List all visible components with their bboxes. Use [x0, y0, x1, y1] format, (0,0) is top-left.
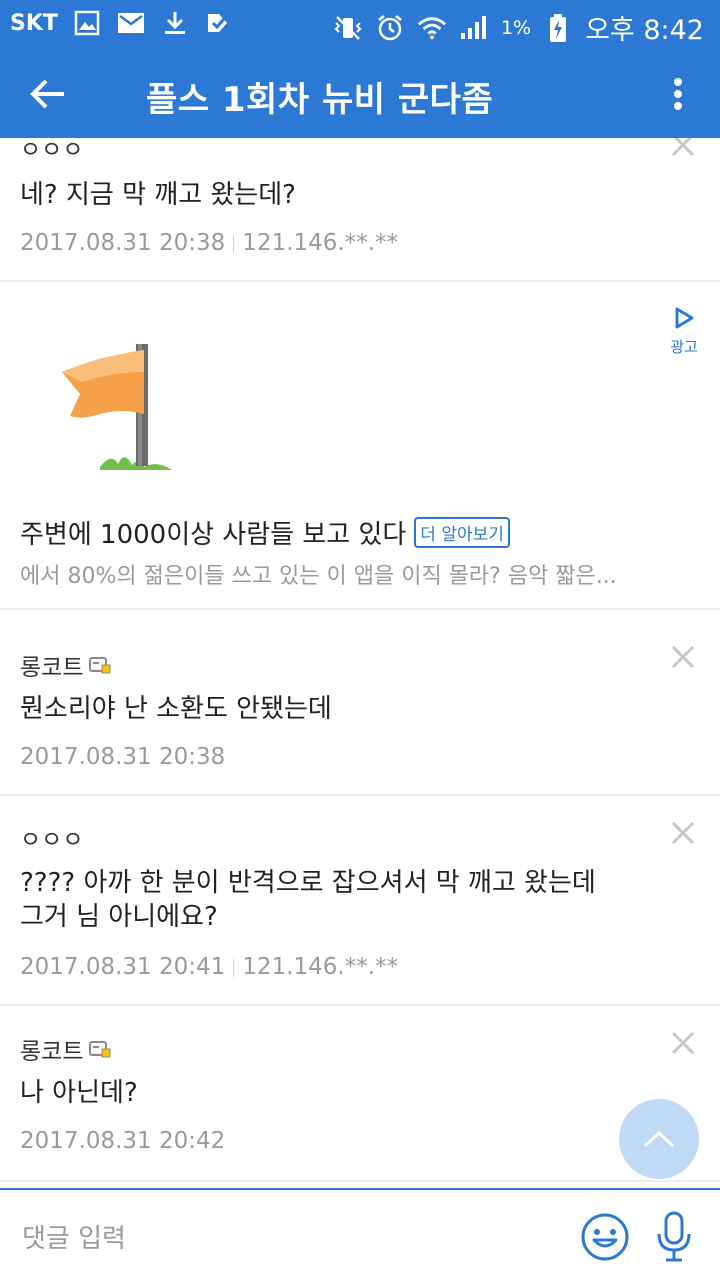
ad-choices[interactable]: 광고 — [666, 306, 702, 357]
delete-comment-icon[interactable] — [668, 642, 698, 672]
comment-date: 2017.08.31 20:38 — [20, 744, 226, 770]
more-vert-icon — [674, 78, 682, 110]
wifi-icon — [417, 13, 447, 43]
mail-icon — [116, 8, 146, 38]
comment-ip: 121.146.**.** — [242, 954, 399, 980]
more-options-button[interactable] — [654, 70, 702, 118]
ad-description: 에서 80%의 젊은이들 쓰고 있는 이 앱을 이직 몰라? 음악 짧은... — [20, 564, 617, 589]
emoticon-icon[interactable] — [580, 1212, 630, 1262]
back-button[interactable] — [24, 70, 72, 118]
signal-icon — [459, 13, 489, 43]
meta-divider — [233, 234, 235, 253]
comment-nickname: ㅇㅇㅇ — [20, 138, 84, 163]
comment-date: 2017.08.31 20:38 — [20, 230, 226, 256]
delete-comment-icon[interactable] — [668, 1028, 698, 1058]
flag-image — [62, 344, 172, 470]
member-badge-icon — [89, 1041, 111, 1058]
comment-text: 네? 지금 막 깨고 왔는데? — [20, 180, 296, 210]
ad-choices-icon — [675, 307, 694, 329]
delete-comment-icon[interactable] — [668, 818, 698, 848]
comment-text: ???? 아까 한 분이 반격으로 잡으셔서 막 깨고 왔는데 그거 님 아니에… — [20, 866, 680, 934]
alarm-icon — [375, 13, 405, 43]
comment-meta: 2017.08.31 20:41 121.146.**.** — [20, 954, 398, 980]
status-bar-left: SKT — [10, 8, 234, 38]
mute-vibrate-icon — [333, 13, 363, 43]
comment-meta: 2017.08.31 20:38 121.146.**.** — [20, 230, 398, 256]
comment-input[interactable]: 댓글 입력 — [22, 1218, 126, 1255]
battery-charging-icon — [543, 13, 573, 43]
status-bar: SKT 1% 오후 8:42 — [0, 0, 720, 50]
member-badge-icon — [89, 657, 111, 674]
gallery-icon — [72, 8, 102, 38]
comment-input-bar: 댓글 입력 — [0, 1188, 720, 1280]
ad-banner[interactable]: 광고 주변에 1000이상 사람들 보고 있다 더 알아보기 에서 80%의 젊… — [0, 282, 720, 610]
comment-meta: 2017.08.31 20:42 — [20, 1128, 225, 1154]
checklist-icon — [204, 8, 234, 38]
back-arrow-icon — [30, 79, 64, 109]
chevron-up-icon — [643, 1130, 675, 1148]
comment-text: 나 아닌데? — [20, 1078, 138, 1108]
ad-cta-button[interactable]: 더 알아보기 — [414, 517, 510, 548]
meta-divider — [233, 958, 235, 977]
comment-date: 2017.08.31 20:42 — [20, 1128, 226, 1154]
scroll-top-button[interactable] — [619, 1099, 699, 1179]
comment-list[interactable]: ㅇㅇㅇ 네? 지금 막 깨고 왔는데? 2017.08.31 20:38 121.… — [0, 138, 720, 1188]
comment-meta: 2017.08.31 20:38 — [20, 744, 225, 770]
comment-nickname: ㅇㅇㅇ — [20, 827, 84, 853]
carrier-label: SKT — [10, 10, 58, 36]
battery-percent: 1% — [500, 16, 532, 39]
microphone-icon[interactable] — [652, 1210, 696, 1264]
status-bar-right: 1% 오후 8:42 — [333, 8, 704, 47]
page-title: 플스 1회차 뉴비 군다좀 — [146, 80, 494, 120]
comment-text: 뭔소리야 난 소환도 안됐는데 — [20, 694, 332, 724]
comment-date: 2017.08.31 20:41 — [20, 954, 226, 980]
comment-item: 롱코트 나 아닌데? 2017.08.31 20:42 — [0, 1006, 720, 1182]
comment-ip: 121.146.**.** — [242, 230, 399, 256]
comment-item: 롱코트 뭔소리야 난 소환도 안됐는데 2017.08.31 20:38 — [0, 610, 720, 796]
delete-comment-icon[interactable] — [668, 138, 698, 160]
download-icon — [160, 8, 190, 38]
ad-label: 광고 — [670, 338, 698, 356]
clock: 오후 8:42 — [585, 15, 704, 46]
comment-item: ㅇㅇㅇ ???? 아까 한 분이 반격으로 잡으셔서 막 깨고 왔는데 그거 님… — [0, 796, 720, 1006]
comment-text-line: ???? 아까 한 분이 반격으로 잡으셔서 막 깨고 왔는데 — [20, 868, 596, 898]
comment-nickname: 롱코트 — [20, 648, 111, 682]
comment-item: ㅇㅇㅇ 네? 지금 막 깨고 왔는데? 2017.08.31 20:38 121.… — [0, 138, 720, 282]
comment-text-line: 그거 님 아니에요? — [20, 902, 218, 932]
app-bar: 플스 1회차 뉴비 군다좀 — [0, 50, 720, 138]
ad-headline: 주변에 1000이상 사람들 보고 있다 — [20, 520, 407, 550]
comment-nickname: 롱코트 — [20, 1032, 111, 1066]
ad-headline-row: 주변에 1000이상 사람들 보고 있다 더 알아보기 — [20, 514, 510, 551]
